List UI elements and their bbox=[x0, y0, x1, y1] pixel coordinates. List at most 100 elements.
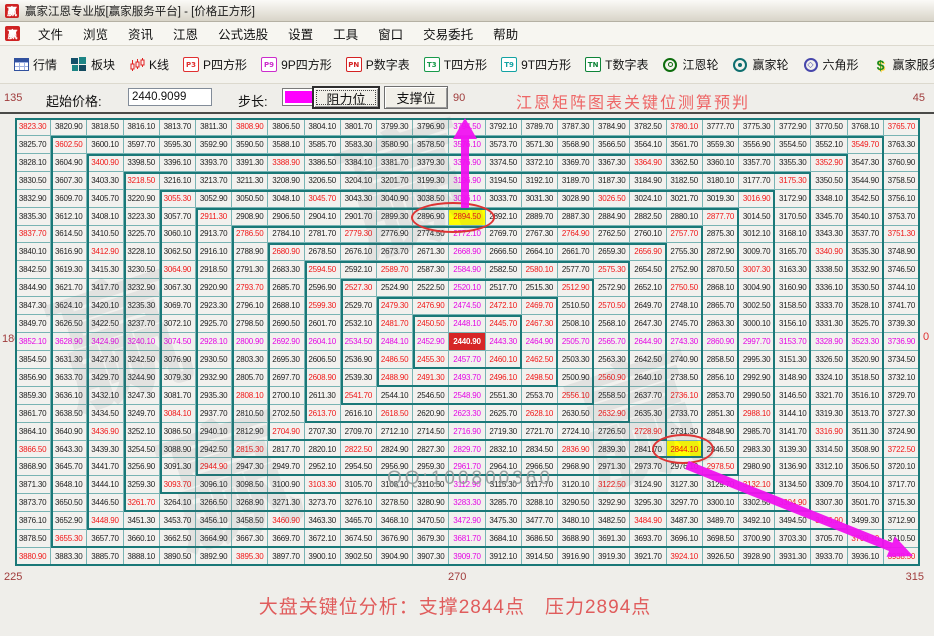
grid-cell-r5c22[interactable]: 3172.90 bbox=[775, 190, 811, 208]
grid-cell-r17c8[interactable]: 2702.50 bbox=[268, 405, 304, 423]
grid-cell-r6c7[interactable]: 2908.90 bbox=[232, 208, 268, 226]
menu-item-tools[interactable]: 工具 bbox=[323, 22, 368, 45]
grid-cell-r12c10[interactable]: 2532.10 bbox=[341, 315, 377, 333]
grid-cell-r24c19[interactable]: 3696.10 bbox=[667, 530, 703, 548]
grid-cell-r23c3[interactable]: 3448.90 bbox=[87, 512, 123, 530]
grid-cell-r5c7[interactable]: 3050.50 bbox=[232, 190, 268, 208]
grid-cell-r25c7[interactable]: 3895.30 bbox=[232, 548, 268, 566]
grid-cell-r9c21[interactable]: 3007.30 bbox=[739, 261, 775, 279]
grid-cell-r21c20[interactable]: 3129.70 bbox=[703, 476, 739, 494]
grid-cell-r16c12[interactable]: 2546.50 bbox=[413, 387, 449, 405]
grid-cell-r7c4[interactable]: 3225.70 bbox=[124, 226, 160, 244]
grid-cell-r10c4[interactable]: 3232.90 bbox=[124, 279, 160, 297]
grid-cell-r8c13[interactable]: 2668.90 bbox=[449, 243, 485, 261]
menu-item-gann[interactable]: 江恩 bbox=[163, 22, 208, 45]
grid-cell-r25c1[interactable]: 3880.90 bbox=[15, 548, 51, 566]
grid-cell-r20c7[interactable]: 2947.30 bbox=[232, 458, 268, 476]
grid-cell-r11c16[interactable]: 2510.50 bbox=[558, 297, 594, 315]
grid-cell-r24c22[interactable]: 3703.30 bbox=[775, 530, 811, 548]
grid-cell-r13c11[interactable]: 2484.10 bbox=[377, 333, 413, 351]
grid-cell-r24c23[interactable]: 3705.70 bbox=[811, 530, 847, 548]
grid-cell-r15c11[interactable]: 2488.90 bbox=[377, 369, 413, 387]
grid-cell-r23c20[interactable]: 3489.70 bbox=[703, 512, 739, 530]
grid-cell-r11c22[interactable]: 3158.50 bbox=[775, 297, 811, 315]
grid-cell-r10c14[interactable]: 2517.70 bbox=[486, 279, 522, 297]
grid-cell-r18c15[interactable]: 2721.70 bbox=[522, 423, 558, 441]
grid-cell-r13c4[interactable]: 3240.10 bbox=[124, 333, 160, 351]
grid-cell-r22c22[interactable]: 3304.90 bbox=[775, 494, 811, 512]
grid-cell-r16c24[interactable]: 3516.10 bbox=[848, 387, 884, 405]
grid-cell-r23c9[interactable]: 3463.30 bbox=[305, 512, 341, 530]
grid-cell-r11c18[interactable]: 2649.70 bbox=[630, 297, 666, 315]
grid-cell-r16c14[interactable]: 2551.30 bbox=[486, 387, 522, 405]
grid-cell-r9c13[interactable]: 2584.90 bbox=[449, 261, 485, 279]
grid-cell-r24c2[interactable]: 3655.30 bbox=[51, 530, 87, 548]
grid-cell-r17c20[interactable]: 2851.30 bbox=[703, 405, 739, 423]
grid-cell-r8c14[interactable]: 2666.50 bbox=[486, 243, 522, 261]
grid-cell-r8c20[interactable]: 2872.90 bbox=[703, 243, 739, 261]
grid-cell-r4c4[interactable]: 3218.50 bbox=[124, 172, 160, 190]
grid-cell-r14c5[interactable]: 3076.90 bbox=[160, 351, 196, 369]
grid-cell-r6c9[interactable]: 2904.10 bbox=[305, 208, 341, 226]
grid-cell-r4c10[interactable]: 3204.10 bbox=[341, 172, 377, 190]
grid-cell-r25c13[interactable]: 3909.70 bbox=[449, 548, 485, 566]
grid-cell-r7c7[interactable]: 2786.50 bbox=[232, 226, 268, 244]
grid-cell-r8c24[interactable]: 3535.30 bbox=[848, 243, 884, 261]
grid-cell-r21c24[interactable]: 3504.10 bbox=[848, 476, 884, 494]
grid-cell-r21c25[interactable]: 3717.70 bbox=[884, 476, 920, 494]
grid-cell-r9c9[interactable]: 2594.50 bbox=[305, 261, 341, 279]
grid-cell-r20c6[interactable]: 2944.90 bbox=[196, 458, 232, 476]
grid-cell-r20c9[interactable]: 2952.10 bbox=[305, 458, 341, 476]
grid-cell-r23c21[interactable]: 3492.10 bbox=[739, 512, 775, 530]
grid-cell-r24c18[interactable]: 3693.70 bbox=[630, 530, 666, 548]
grid-cell-r20c8[interactable]: 2949.70 bbox=[268, 458, 304, 476]
grid-cell-r3c6[interactable]: 3393.70 bbox=[196, 154, 232, 172]
grid-cell-r2c9[interactable]: 3585.70 bbox=[305, 136, 341, 154]
grid-cell-r1c11[interactable]: 3799.30 bbox=[377, 118, 413, 136]
grid-cell-r6c23[interactable]: 3345.70 bbox=[811, 208, 847, 226]
grid-cell-r7c9[interactable]: 2781.70 bbox=[305, 226, 341, 244]
grid-cell-r16c15[interactable]: 2553.70 bbox=[522, 387, 558, 405]
grid-cell-r21c1[interactable]: 3871.30 bbox=[15, 476, 51, 494]
grid-cell-r7c14[interactable]: 2769.70 bbox=[486, 226, 522, 244]
grid-cell-r9c24[interactable]: 3532.90 bbox=[848, 261, 884, 279]
grid-cell-r16c10[interactable]: 2541.70 bbox=[341, 387, 377, 405]
grid-cell-r9c20[interactable]: 2870.50 bbox=[703, 261, 739, 279]
grid-cell-r15c6[interactable]: 2932.90 bbox=[196, 369, 232, 387]
grid-cell-r6c2[interactable]: 3612.10 bbox=[51, 208, 87, 226]
grid-cell-r23c2[interactable]: 3652.90 bbox=[51, 512, 87, 530]
grid-cell-r14c16[interactable]: 2503.30 bbox=[558, 351, 594, 369]
grid-cell-r3c11[interactable]: 3381.70 bbox=[377, 154, 413, 172]
grid-cell-r19c7[interactable]: 2815.30 bbox=[232, 441, 268, 459]
grid-cell-r17c1[interactable]: 3861.70 bbox=[15, 405, 51, 423]
grid-cell-r18c18[interactable]: 2728.90 bbox=[630, 423, 666, 441]
toolbar-button-sectors[interactable]: 板块 bbox=[64, 50, 122, 80]
grid-cell-r1c13[interactable]: 3794.50 bbox=[449, 118, 485, 136]
toolbar-button-t-number-table[interactable]: TN T数字表 bbox=[578, 50, 655, 80]
grid-cell-r9c16[interactable]: 2577.70 bbox=[558, 261, 594, 279]
toolbar-button-9p-square[interactable]: P9 9P四方形 bbox=[254, 50, 339, 80]
grid-cell-r17c24[interactable]: 3513.70 bbox=[848, 405, 884, 423]
grid-cell-r7c1[interactable]: 3837.70 bbox=[15, 226, 51, 244]
grid-cell-r21c22[interactable]: 3134.50 bbox=[775, 476, 811, 494]
grid-cell-r13c2[interactable]: 3628.90 bbox=[51, 333, 87, 351]
grid-cell-r12c1[interactable]: 3849.70 bbox=[15, 315, 51, 333]
grid-cell-r23c5[interactable]: 3453.70 bbox=[160, 512, 196, 530]
grid-cell-r5c14[interactable]: 3033.70 bbox=[486, 190, 522, 208]
grid-cell-r9c12[interactable]: 2587.30 bbox=[413, 261, 449, 279]
grid-cell-r15c18[interactable]: 2640.10 bbox=[630, 369, 666, 387]
grid-cell-r25c2[interactable]: 3883.30 bbox=[51, 548, 87, 566]
grid-cell-r22c8[interactable]: 3271.30 bbox=[268, 494, 304, 512]
grid-cell-r10c10[interactable]: 2527.30 bbox=[341, 279, 377, 297]
grid-cell-r8c22[interactable]: 3165.70 bbox=[775, 243, 811, 261]
grid-cell-r5c9[interactable]: 3045.70 bbox=[305, 190, 341, 208]
grid-cell-r13c7[interactable]: 2800.90 bbox=[232, 333, 268, 351]
grid-cell-r4c6[interactable]: 3213.70 bbox=[196, 172, 232, 190]
grid-cell-r19c4[interactable]: 3254.50 bbox=[124, 441, 160, 459]
grid-cell-r16c19[interactable]: 2736.10 bbox=[667, 387, 703, 405]
grid-cell-r11c19[interactable]: 2748.10 bbox=[667, 297, 703, 315]
grid-cell-r11c21[interactable]: 3002.50 bbox=[739, 297, 775, 315]
toolbar-button-hexagon[interactable]: ◇ 六角形 bbox=[796, 50, 866, 80]
grid-cell-r17c13[interactable]: 2623.30 bbox=[449, 405, 485, 423]
grid-cell-r7c8[interactable]: 2784.10 bbox=[268, 226, 304, 244]
